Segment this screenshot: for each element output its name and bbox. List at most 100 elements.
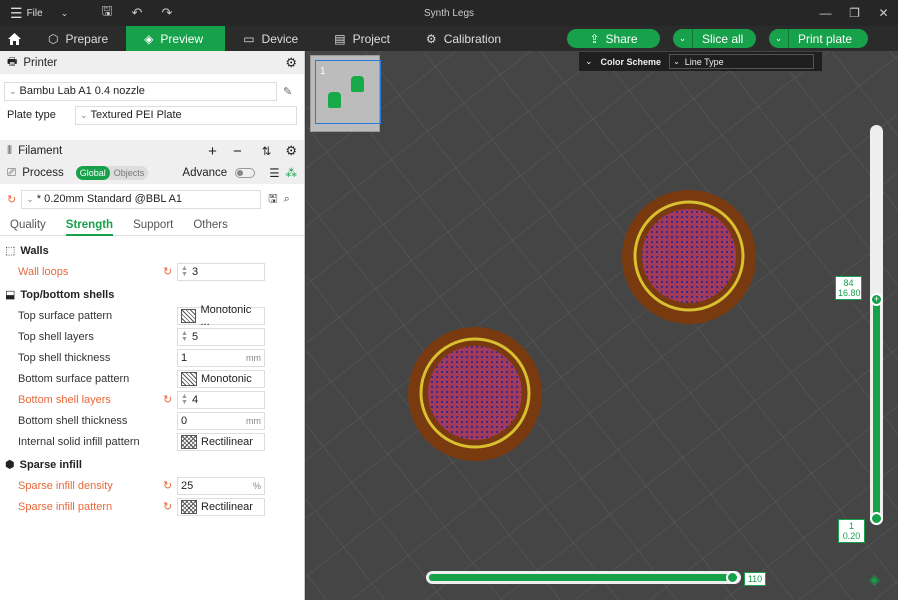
save-profile-icon[interactable]: 🖫 bbox=[268, 190, 277, 209]
tab-quality[interactable]: Quality bbox=[10, 219, 46, 231]
sync-icon[interactable]: ⇅ bbox=[262, 144, 272, 158]
minimize-icon[interactable]: — bbox=[811, 0, 840, 26]
filament-gear-icon[interactable]: ⚙ bbox=[285, 143, 297, 159]
spinner-icon[interactable]: ▲ ▼ bbox=[181, 330, 188, 343]
global-objects-toggle[interactable]: Global Objects bbox=[75, 166, 149, 180]
top-shell-thickness-label: Top shell thickness bbox=[18, 351, 111, 364]
close-icon[interactable]: ✕ bbox=[869, 0, 898, 26]
layers-toggle-icon[interactable]: ◈ bbox=[869, 571, 880, 588]
advance-switch[interactable] bbox=[235, 168, 256, 178]
settings-panel: 🖶 Printer ⚙ ⌄ Bambu Lab A1 0.4 nozzle ✎ … bbox=[0, 51, 305, 600]
sparse-infill-density-value: 25 bbox=[181, 479, 194, 492]
reset-icon[interactable]: ↻ bbox=[163, 500, 172, 513]
tab-support[interactable]: Support bbox=[133, 219, 173, 231]
reset-icon[interactable]: ↻ bbox=[163, 265, 172, 278]
process-profile-select[interactable]: ⌄ * 0.20mm Standard @BBL A1 bbox=[21, 189, 262, 209]
option-top-shell-layers: Top shell layers ▲ ▼ 5 bbox=[0, 326, 304, 347]
tab-strength[interactable]: Strength bbox=[65, 214, 114, 236]
hamburger-icon: ☰ bbox=[10, 4, 23, 21]
compare-icon[interactable]: ⁂ bbox=[286, 166, 298, 180]
tab-prepare[interactable]: ⬡ Prepare bbox=[28, 26, 126, 51]
bottom-shell-thickness-input[interactable]: 0 mm bbox=[177, 411, 265, 430]
printer-select[interactable]: ⌄ Bambu Lab A1 0.4 nozzle bbox=[4, 81, 277, 101]
home-button[interactable] bbox=[0, 26, 28, 51]
toggle-global[interactable]: Global bbox=[75, 166, 110, 180]
bottom-surface-pattern-select[interactable]: Monotonic bbox=[177, 369, 265, 388]
printed-object-1[interactable] bbox=[622, 190, 756, 324]
build-plate-grid bbox=[306, 51, 898, 600]
sparse-infill-density-input[interactable]: 25% bbox=[177, 476, 265, 495]
share-icon: ⇪ bbox=[589, 31, 600, 46]
edit-icon[interactable]: ✎ bbox=[283, 85, 292, 98]
add-icon[interactable]: + bbox=[208, 143, 217, 160]
bottom-shell-layers-input[interactable]: ▲ ▼ 4 bbox=[177, 390, 265, 409]
share-label: Share bbox=[605, 31, 638, 46]
shells-group-header: ⬓ Top/bottom shells bbox=[0, 284, 304, 305]
spinner-icon[interactable]: ▲ ▼ bbox=[181, 393, 188, 406]
advance-label: Advance bbox=[182, 167, 228, 179]
internal-solid-infill-pattern-select[interactable]: Rectilinear bbox=[177, 432, 265, 451]
search-icon[interactable]: ⌕ bbox=[284, 193, 290, 206]
top-shell-layers-value: 5 bbox=[191, 330, 199, 343]
tab-others[interactable]: Others bbox=[193, 219, 228, 231]
reset-icon[interactable]: ↻ bbox=[163, 393, 172, 406]
list-icon[interactable]: ☰ bbox=[269, 166, 279, 180]
option-bottom-shell-thickness: Bottom shell thickness 0 mm bbox=[0, 410, 304, 431]
undo-icon[interactable]: ↶ bbox=[122, 5, 152, 21]
filament-header-label: Filament bbox=[18, 145, 63, 157]
top-shell-layers-input[interactable]: ▲ ▼ 5 bbox=[177, 327, 265, 346]
wall-loops-input[interactable]: ▲ ▼ 3 bbox=[177, 262, 265, 281]
spinner-icon[interactable]: ▲ ▼ bbox=[181, 265, 188, 278]
redo-icon[interactable]: ↷ bbox=[152, 5, 182, 21]
save-icon[interactable]: 🖫 bbox=[92, 2, 122, 24]
color-scheme-select[interactable]: ⌄ Line Type bbox=[669, 54, 815, 69]
slice-dropdown-icon[interactable]: ⌄ bbox=[673, 29, 693, 48]
option-bottom-surface-pattern: Bottom surface pattern Monotonic bbox=[0, 368, 304, 389]
sparse-infill-density-label: Sparse infill density bbox=[18, 479, 113, 492]
process-profile-row: ↻ ⌄ * 0.20mm Standard @BBL A1 🖫 ⌕ bbox=[0, 184, 304, 214]
maximize-icon[interactable]: ❐ bbox=[840, 0, 869, 26]
plate-type-select[interactable]: ⌄ Textured PEI Plate bbox=[75, 105, 297, 125]
model-thumb-icon bbox=[351, 76, 364, 92]
toggle-objects[interactable]: Objects bbox=[110, 166, 149, 180]
print-plate-button[interactable]: ⌄ Print plate bbox=[769, 29, 868, 48]
print-dropdown-icon[interactable]: ⌄ bbox=[769, 29, 789, 48]
top-surface-pattern-select[interactable]: Monotonic ... bbox=[177, 304, 265, 328]
tab-project[interactable]: ▤ Project bbox=[316, 26, 408, 51]
process-profile-value: * 0.20mm Standard @BBL A1 bbox=[36, 193, 183, 205]
3d-viewport[interactable]: 1 ⌄ Color Scheme ⌄ Line Type + 84 16.80 … bbox=[306, 51, 898, 600]
printed-object-2[interactable] bbox=[408, 327, 542, 461]
process-header-label: Process bbox=[22, 167, 64, 179]
layer-bottom-height: 0.20 bbox=[842, 531, 861, 541]
share-button[interactable]: ⇪ Share bbox=[567, 29, 660, 48]
layer-slider[interactable] bbox=[870, 125, 883, 525]
file-menu[interactable]: ☰ File ⌄ bbox=[0, 5, 80, 22]
top-shell-thickness-input[interactable]: 1 mm bbox=[177, 348, 265, 367]
move-slider[interactable] bbox=[426, 571, 741, 584]
calibration-icon: ⚙ bbox=[425, 31, 437, 46]
layer-bottom-label: 1 0.20 bbox=[838, 519, 865, 543]
walls-group-header: ⬚ Walls bbox=[0, 240, 304, 261]
reset-icon[interactable]: ↻ bbox=[7, 193, 16, 206]
remove-icon[interactable]: − bbox=[233, 143, 242, 160]
color-scheme-label: Color Scheme bbox=[600, 56, 662, 67]
printer-name: Bambu Lab A1 0.4 nozzle bbox=[19, 85, 145, 97]
tab-prepare-label: Prepare bbox=[65, 31, 109, 46]
shells-title: Top/bottom shells bbox=[20, 288, 115, 301]
tab-calibration[interactable]: ⚙ Calibration bbox=[408, 26, 519, 51]
tab-preview[interactable]: ◈ Preview bbox=[126, 26, 226, 51]
print-plate-label: Print plate bbox=[798, 31, 853, 46]
sparse-infill-pattern-select[interactable]: Rectilinear bbox=[177, 497, 265, 516]
collapse-icon[interactable]: ⌄ bbox=[585, 56, 593, 67]
tab-device[interactable]: ▭ Device bbox=[225, 26, 316, 51]
layer-top-label: 84 16.80 bbox=[835, 276, 862, 300]
settings-gear-icon[interactable]: ⚙ bbox=[285, 55, 297, 71]
move-slider-handle[interactable] bbox=[726, 571, 739, 584]
layer-slider-bottom-handle[interactable] bbox=[870, 512, 883, 525]
reset-icon[interactable]: ↻ bbox=[163, 479, 172, 492]
slice-all-button[interactable]: ⌄ Slice all bbox=[673, 29, 756, 48]
layer-slider-top-handle[interactable]: + bbox=[870, 293, 883, 306]
plate-thumbnail[interactable]: 1 bbox=[310, 55, 381, 132]
main-nav: ⬡ Prepare ◈ Preview ▭ Device ▤ Project ⚙… bbox=[0, 26, 898, 51]
top-shell-thickness-value: 1 bbox=[181, 351, 188, 364]
